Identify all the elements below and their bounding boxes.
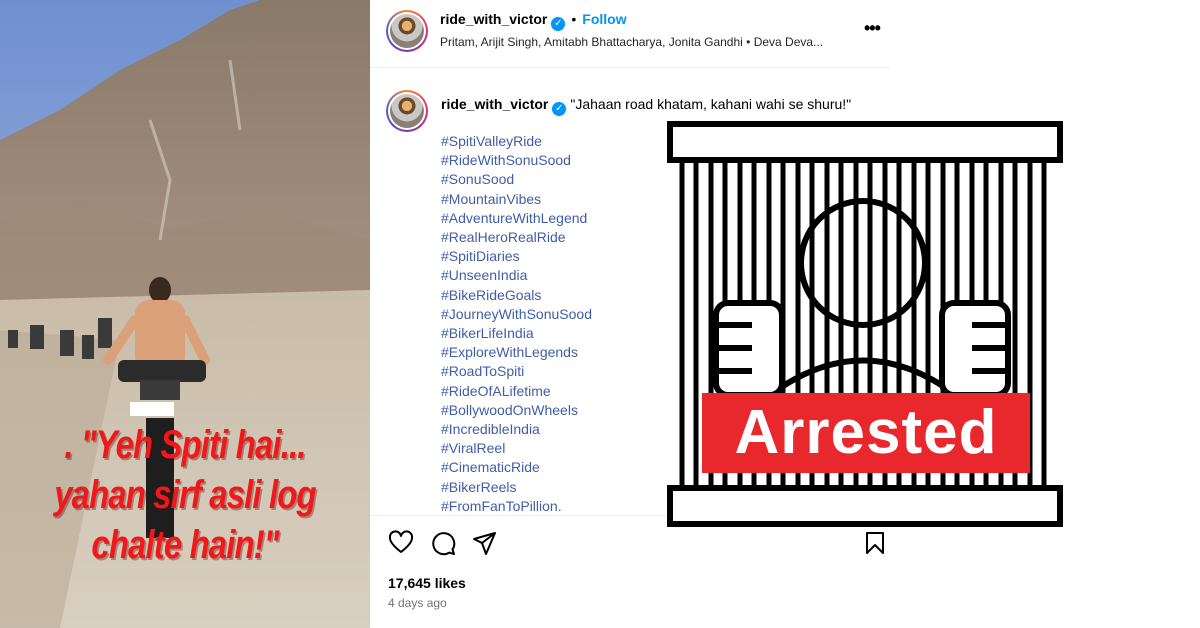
post-header: ride_with_victor ✓ • Follow Pritam, Arijit … — [370, 0, 890, 68]
verified-badge-icon: ✓ — [552, 102, 567, 116]
share-icon[interactable] — [472, 530, 498, 556]
hashtag-link[interactable]: #ViralReel — [441, 439, 592, 458]
username-link[interactable]: ride_with_victor — [440, 11, 547, 27]
arrested-overlay: Arrested — [660, 118, 1070, 538]
hashtag-link[interactable]: #CinematicRide — [441, 458, 592, 477]
caption-line: chalte hain!" — [91, 523, 279, 567]
audio-attribution[interactable]: Pritam, Arijit Singh, Amitabh Bhattachar… — [440, 35, 823, 49]
hashtag-link[interactable]: #RideOfALifetime — [441, 382, 592, 401]
hashtag-link[interactable]: #RealHeroRealRide — [441, 228, 592, 247]
avatar[interactable] — [386, 10, 428, 52]
hashtag-link[interactable]: #BikeRideGoals — [441, 286, 592, 305]
hashtag-link[interactable]: #AdventureWithLegend — [441, 209, 592, 228]
separator-dot: • — [571, 11, 577, 27]
hashtag-link[interactable]: #BikerReels — [441, 478, 592, 497]
hashtag-link[interactable]: #SpitiDiaries — [441, 247, 592, 266]
jail-bar — [679, 157, 699, 491]
reel-media[interactable]: . "Yeh Spiti hai... yahan sirf asli log … — [0, 0, 370, 628]
hashtag-link[interactable]: #FromFanToPillion. — [441, 497, 592, 516]
hashtag-link[interactable]: #JourneyWithSonuSood — [441, 305, 592, 324]
post-timestamp[interactable]: 4 days ago — [388, 596, 447, 610]
verified-badge-icon: ✓ — [551, 17, 566, 31]
hashtag-list: #SpitiValleyRide #RideWithSonuSood #SonuSo… — [441, 132, 592, 516]
caption-line: . "Yeh Spiti hai... — [64, 423, 306, 467]
jail-bar — [1027, 157, 1047, 491]
caption-line: yahan sirf asli log — [54, 473, 316, 517]
caption-row: ride_with_victor ✓ "Jahaan road khatam, ka… — [441, 96, 851, 116]
hashtag-link[interactable]: #SpitiValleyRide — [441, 132, 592, 151]
comment-icon[interactable] — [430, 530, 456, 556]
hashtag-link[interactable]: #RoadToSpiti — [441, 362, 592, 381]
hashtag-link[interactable]: #SonuSood — [441, 170, 592, 189]
like-count[interactable]: 17,645 likes — [388, 575, 466, 591]
hashtag-link[interactable]: #IncredibleIndia — [441, 420, 592, 439]
follow-button[interactable]: Follow — [582, 11, 626, 27]
more-options-icon[interactable]: ••• — [864, 18, 881, 39]
reel-caption-overlay: . "Yeh Spiti hai... yahan sirf asli log … — [33, 420, 336, 570]
hashtag-link[interactable]: #MountainVibes — [441, 190, 592, 209]
caption-text: "Jahaan road khatam, kahani wahi se shur… — [570, 96, 852, 112]
hashtag-link[interactable]: #BollywoodOnWheels — [441, 401, 592, 420]
hashtag-link[interactable]: #UnseenIndia — [441, 266, 592, 285]
arrested-label: Arrested — [702, 393, 1030, 473]
username-link[interactable]: ride_with_victor — [441, 96, 548, 112]
jail-bars-icon — [667, 121, 1063, 527]
heart-icon[interactable] — [388, 530, 414, 556]
hashtag-link[interactable]: #ExploreWithLegends — [441, 343, 592, 362]
header-user-row: ride_with_victor ✓ • Follow — [440, 11, 627, 31]
avatar[interactable] — [386, 90, 428, 132]
hashtag-link[interactable]: #RideWithSonuSood — [441, 151, 592, 170]
hashtag-link[interactable]: #BikerLifeIndia — [441, 324, 592, 343]
